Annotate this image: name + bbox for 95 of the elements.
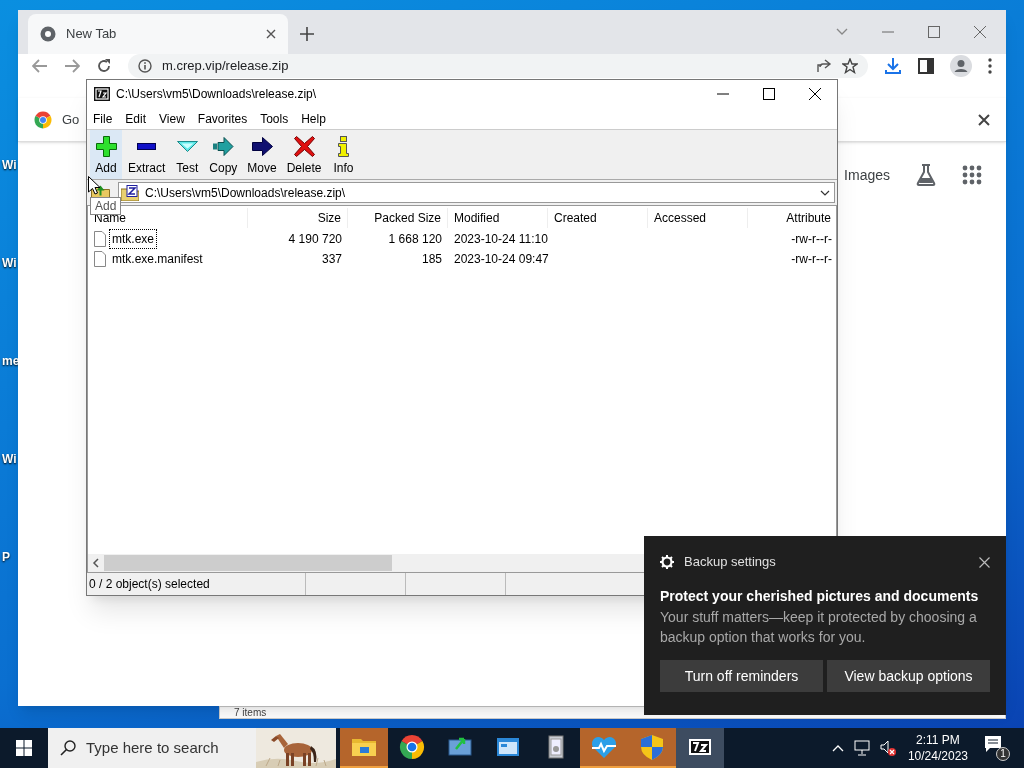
start-icon[interactable] <box>16 740 32 756</box>
table-cell-text: 185 <box>420 250 443 268</box>
menu-item[interactable]: File <box>93 109 113 128</box>
window-title: C:\Users\vm5\Downloads\release.zip\ <box>116 86 318 103</box>
menu-item[interactable]: Tools <box>260 109 289 128</box>
close-icon[interactable] <box>809 88 821 100</box>
menu-item[interactable]: Edit <box>125 109 147 128</box>
search-box[interactable]: Type here to search <box>48 728 336 768</box>
share-icon[interactable] <box>816 58 832 74</box>
chevron-up-icon[interactable] <box>831 744 844 752</box>
infobar-text: Go <box>62 110 80 129</box>
file-name[interactable]: mtk.exe.manifest <box>109 248 206 269</box>
notification-button[interactable]: Turn off reminders <box>660 660 823 692</box>
forward-icon[interactable] <box>64 59 80 73</box>
tab-title: New Tab <box>66 25 118 44</box>
file-name[interactable]: mtk.exe <box>109 228 157 249</box>
close-icon[interactable] <box>266 29 276 39</box>
new-tab-icon[interactable] <box>300 27 314 41</box>
chevron-down-icon[interactable] <box>836 28 848 36</box>
desktop-icon-label[interactable]: Wi <box>2 451 20 467</box>
plus-icon <box>95 136 117 157</box>
table-cell-text: 4 190 720 <box>287 230 343 248</box>
column-header[interactable]: Created <box>548 208 648 228</box>
notification-center-icon[interactable] <box>984 735 1002 753</box>
search-icon <box>60 740 76 756</box>
toolbar-button[interactable]: Test <box>171 130 204 179</box>
table-cell-text: 2023-10-24 11:10 <box>453 230 548 248</box>
table-cell-text: -rw-r--r- <box>790 250 833 268</box>
column-header[interactable]: Attribute <box>748 208 836 228</box>
menu-item[interactable]: Favorites <box>197 109 248 128</box>
download-icon[interactable] <box>884 57 902 75</box>
file-icon <box>94 250 106 267</box>
menu-item[interactable]: Help <box>301 109 326 128</box>
toolbar-button[interactable]: Add <box>90 130 122 179</box>
url-text: m.crep.vip/release.zip <box>162 58 290 74</box>
toolbar-button[interactable]: Info <box>327 130 360 179</box>
cursor-icon <box>88 176 100 195</box>
notification-button[interactable]: View backup options <box>827 660 990 692</box>
taskbar-app-button[interactable] <box>676 728 724 768</box>
chevron-down-icon <box>820 189 830 196</box>
close-icon[interactable] <box>979 556 990 568</box>
column-header[interactable]: Accessed <box>648 208 748 228</box>
table-cell-text: -rw-r--r- <box>790 230 833 248</box>
notification-title: Protect your cherished pictures and documents <box>660 587 980 605</box>
back-icon[interactable] <box>32 59 48 73</box>
desktop-icon-label[interactable]: Wi <box>2 157 20 173</box>
info-icon <box>138 59 152 73</box>
desktop-icon-label[interactable]: me <box>2 353 20 369</box>
images-link[interactable]: Images <box>844 164 890 186</box>
toolbar-button[interactable]: Move <box>243 130 281 179</box>
volume-muted-icon[interactable] <box>879 740 896 756</box>
notification-source: Backup settings <box>684 553 777 572</box>
notification-count-badge: 1 <box>996 747 1010 761</box>
star-icon[interactable] <box>842 58 858 74</box>
zip-folder-icon <box>121 184 139 201</box>
app-icon <box>94 87 110 101</box>
file-icon <box>94 230 106 247</box>
toolbar-button[interactable]: Extract <box>124 130 170 179</box>
status-text: 0 / 2 object(s) selected <box>87 573 306 595</box>
maximize-icon[interactable] <box>763 88 775 100</box>
apps-grid-icon[interactable] <box>962 165 982 185</box>
menu-item[interactable]: View <box>159 109 185 128</box>
table-cell-text: 1 668 120 <box>387 230 443 248</box>
close-icon[interactable] <box>978 113 990 126</box>
more-menu-icon[interactable] <box>988 58 992 74</box>
browser-tab[interactable]: New Tab <box>28 14 288 54</box>
scrollbar-thumb[interactable] <box>104 555 392 571</box>
desktop-icon-label[interactable]: P <box>2 549 20 565</box>
toolbar-button[interactable]: Copy <box>205 130 242 179</box>
network-icon[interactable] <box>853 740 870 756</box>
info-icon <box>337 136 349 157</box>
avatar-icon[interactable] <box>950 55 972 77</box>
arrow-right-icon <box>213 137 234 156</box>
tooltip: Add <box>90 197 122 215</box>
desktop-icon-label[interactable]: Wi <box>2 255 20 271</box>
status-text: 7 items <box>234 707 267 718</box>
column-header[interactable]: Packed Size <box>348 208 448 228</box>
flask-icon[interactable] <box>916 164 936 186</box>
search-field[interactable]: Type here to search <box>86 736 246 760</box>
notification-body: Your stuff matters—keep it protected by choosing a backup option that works for you. <box>660 608 978 647</box>
arrow-right-icon <box>251 137 273 156</box>
cross-icon <box>293 136 315 157</box>
minus-icon <box>137 143 157 150</box>
column-header[interactable]: Modified <box>448 208 548 228</box>
settings-icon <box>660 555 674 569</box>
side-panel-icon[interactable] <box>918 58 934 74</box>
table-cell-text: 2023-10-24 09:47 <box>453 250 548 268</box>
path-field[interactable]: C:\Users\vm5\Downloads\release.zip\ <box>118 182 835 203</box>
toolbar-button[interactable]: Delete <box>282 130 326 179</box>
clock[interactable]: 2:11 PM 10/24/2023 <box>907 732 968 764</box>
table-cell-text: 337 <box>320 250 343 268</box>
chevron-down-icon <box>176 141 198 152</box>
address-bar[interactable]: m.crep.vip/release.zip <box>128 54 868 78</box>
reload-icon[interactable] <box>96 58 112 74</box>
column-header[interactable]: Size <box>248 208 348 228</box>
